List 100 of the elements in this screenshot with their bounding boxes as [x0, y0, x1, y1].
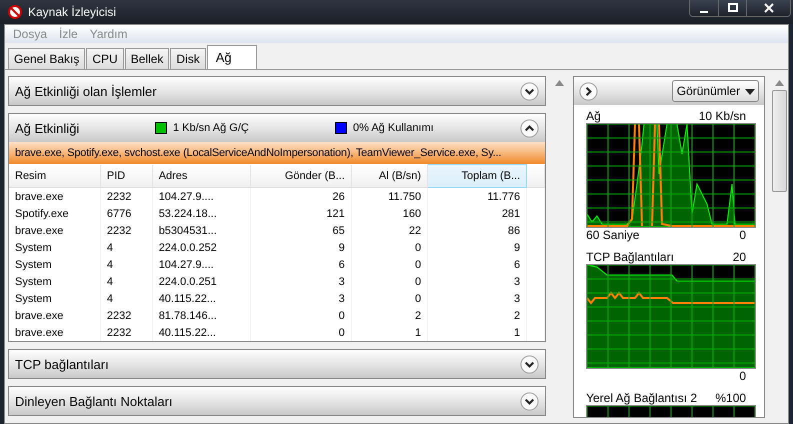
table-cell: 4	[100, 290, 152, 307]
close-button[interactable]	[746, 0, 790, 16]
views-dropdown[interactable]: Görünümler	[672, 80, 760, 102]
graph-title: Yerel Ağ Bağlantısı 2	[586, 391, 698, 405]
window-title: Kaynak İzleyicisi	[28, 5, 116, 19]
table-cell: 281	[428, 205, 527, 222]
table-cell: 1	[428, 324, 527, 341]
column-header[interactable]: Al (B/sn)	[351, 164, 428, 188]
legend-label: 0% Ağ Kullanımı	[353, 122, 434, 134]
table-cell: 104.27.9....	[152, 256, 250, 273]
app-icon	[8, 5, 22, 19]
legend-label: 1 Kb/sn Ağ G/Ç	[173, 122, 249, 134]
graph-time-label: 60 Saniye	[586, 228, 640, 242]
collapse-chevron-icon[interactable]	[520, 118, 540, 138]
expand-right-chevron-icon[interactable]	[579, 82, 598, 100]
scroll-up-icon[interactable]	[555, 80, 564, 86]
table-cell: 4	[100, 256, 152, 273]
graph-title: TCP Bağlantıları	[586, 250, 674, 264]
filter-bar: brave.exe, Spotify.exe, svchost.exe (LocalServiceAndNoImpersonation), TeamViewer_Service.exe, Sy...	[9, 142, 546, 164]
maximize-button[interactable]	[718, 0, 746, 16]
table-cell: b5304531...	[152, 222, 250, 239]
graph-max-label: 10 Kb/sn	[698, 109, 746, 123]
table-cell: 224.0.0.252	[152, 239, 250, 256]
table-cell: 40.115.22...	[152, 290, 250, 307]
section-header[interactable]: Ağ Etkinliği 1 Kb/sn Ağ G/Ç 0% Ağ Kullanımı	[9, 114, 546, 142]
table-cell: 0	[351, 256, 428, 273]
table-cell: 6	[250, 256, 352, 273]
table-cell: 3	[428, 273, 527, 290]
tab[interactable]: CPU	[86, 48, 124, 69]
table-cell: brave.exe	[9, 324, 100, 341]
table-cell: 9	[250, 239, 352, 256]
section-header[interactable]: TCP bağlantıları	[9, 350, 546, 378]
table-cell: 1	[351, 324, 428, 341]
table-cell: 2	[351, 307, 428, 324]
table-cell: 3	[250, 273, 352, 290]
column-header[interactable]: Adres	[152, 164, 250, 188]
table-cell: Spotify.exe	[9, 205, 100, 222]
expand-chevron-icon[interactable]	[520, 82, 540, 100]
table-cell: 9	[428, 239, 527, 256]
expand-chevron-icon[interactable]	[520, 392, 540, 410]
table-cell: 121	[250, 205, 352, 222]
table-cell: 26	[250, 188, 352, 205]
tab[interactable]: Genel Bakış	[8, 48, 86, 69]
column-header[interactable]: PID	[100, 164, 152, 188]
table-cell: 11.776	[428, 188, 527, 205]
table-cell: System	[9, 256, 100, 273]
graph-max-label: %100	[715, 391, 746, 405]
column-header[interactable]: Toplam (B...	[428, 164, 527, 188]
expand-chevron-icon[interactable]	[520, 354, 540, 374]
table-cell: 22	[351, 222, 428, 239]
tab[interactable]: Disk	[170, 48, 206, 69]
section-title: Ağ Etkinliği	[15, 120, 80, 136]
table-cell: 104.27.9....	[152, 188, 250, 205]
column-header[interactable]: Gönder (B...	[250, 164, 352, 188]
table-cell: 2	[428, 307, 527, 324]
table-cell: 4	[100, 239, 152, 256]
table-cell: 224.0.0.251	[152, 273, 250, 290]
section-title: Ağ Etkinliği olan İşlemler	[15, 84, 157, 98]
table-cell: 6776	[100, 205, 152, 222]
table-cell: 0	[351, 290, 428, 307]
maximize-icon	[728, 3, 738, 13]
table-cell: 86	[428, 222, 527, 239]
table-cell: System	[9, 273, 100, 290]
table-cell: 0	[250, 307, 352, 324]
scrollbar-thumb[interactable]	[772, 90, 788, 192]
section-header[interactable]: Ağ Etkinliği olan İşlemler	[9, 77, 546, 105]
table-cell: 3	[250, 290, 352, 307]
graph-max-label: 20	[732, 250, 746, 264]
table-cell: 53.224.18...	[152, 205, 250, 222]
table-cell: 65	[250, 222, 352, 239]
table-cell: 4	[100, 273, 152, 290]
table-cell: brave.exe	[9, 222, 100, 239]
scroll-up-icon[interactable]	[775, 80, 784, 86]
table-cell: System	[9, 290, 100, 307]
tab[interactable]: Bellek	[124, 48, 170, 69]
table-cell: 11.750	[351, 188, 428, 205]
table-cell: 0	[250, 324, 352, 341]
section-header[interactable]: Dinleyen Bağlantı Noktaları	[9, 387, 546, 415]
graph-min-label: 0	[739, 369, 746, 383]
table-cell: 40.115.22...	[152, 324, 250, 341]
minimize-icon	[700, 10, 708, 12]
column-header[interactable]: Resim	[9, 164, 100, 188]
table-cell: 2232	[100, 307, 152, 324]
section-title: TCP bağlantıları	[15, 356, 109, 372]
table-cell: 160	[351, 205, 428, 222]
table-cell: System	[9, 239, 100, 256]
table-cell: 2232	[100, 188, 152, 205]
table-cell: brave.exe	[9, 188, 100, 205]
table-cell: 3	[428, 290, 527, 307]
table-cell: brave.exe	[9, 307, 100, 324]
table-cell: 0	[351, 239, 428, 256]
tab[interactable]: Ağ	[206, 45, 257, 69]
graph-title: Ağ	[586, 109, 601, 123]
section-title: Dinleyen Bağlantı Noktaları	[15, 394, 173, 408]
graph-min-label: 0	[739, 228, 746, 242]
table-cell: 81.78.146...	[152, 307, 250, 324]
table-cell: 6	[428, 256, 527, 273]
minimize-button[interactable]	[690, 0, 718, 16]
close-icon	[764, 3, 774, 13]
table-cell: 2232	[100, 324, 152, 341]
